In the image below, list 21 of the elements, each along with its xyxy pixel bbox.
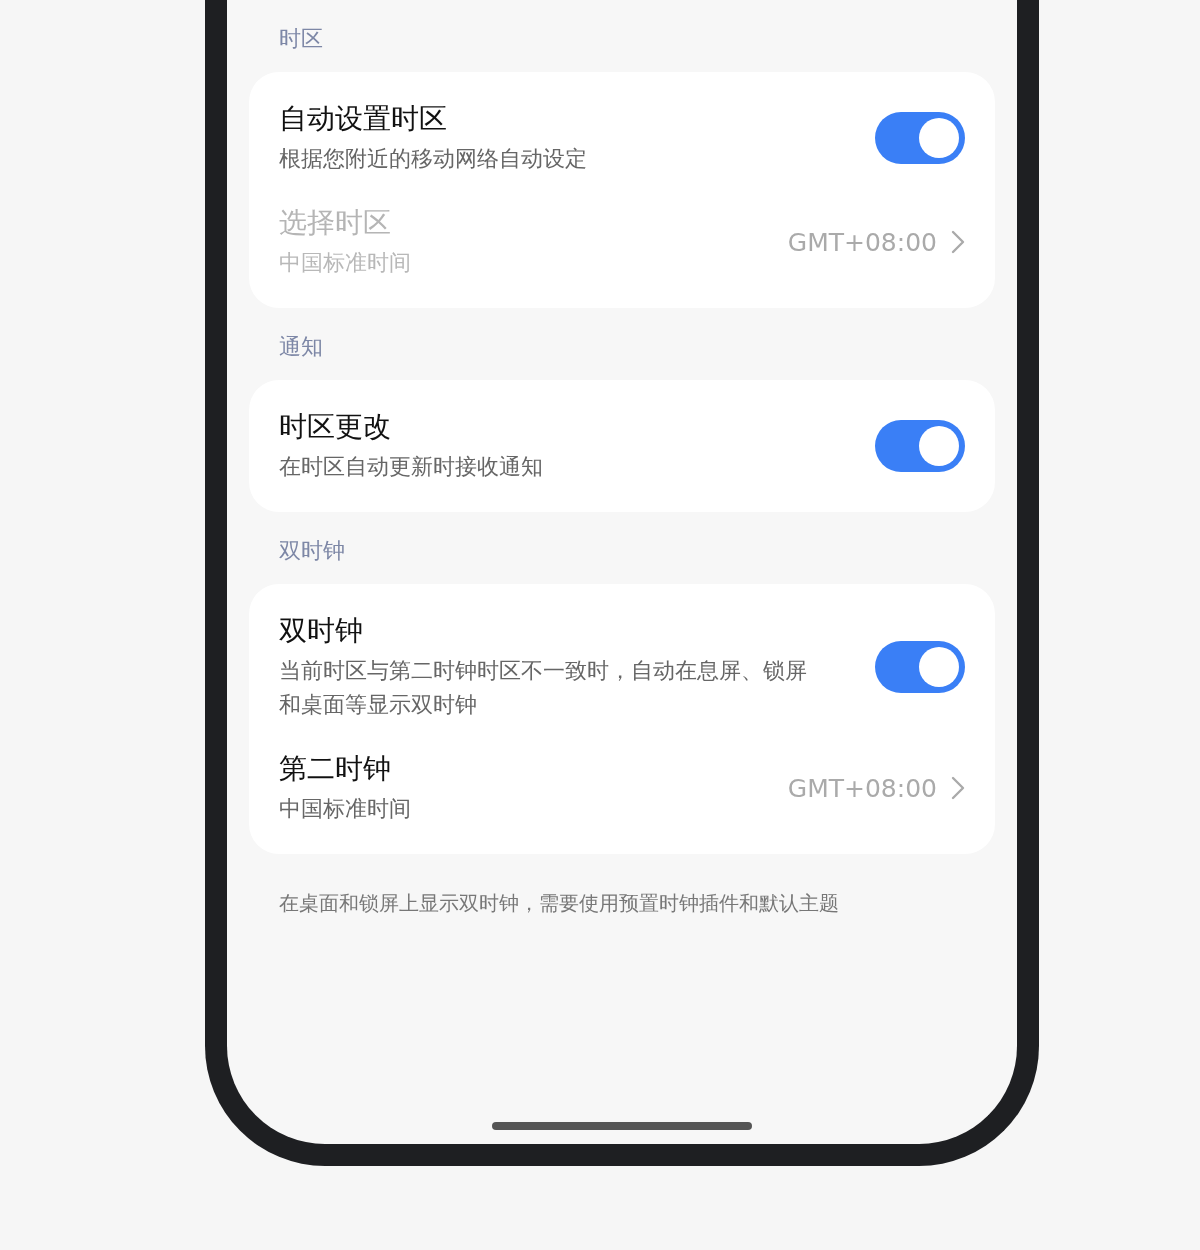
footnote: 在桌面和锁屏上显示双时钟，需要使用预置时钟插件和默认主题 — [278, 890, 840, 917]
section-header: 双时钟 — [278, 537, 346, 565]
setting-title: 时区更改 — [279, 409, 392, 445]
toggle-switch[interactable] — [875, 420, 965, 472]
setting-description: 中国标准时间 — [279, 249, 412, 277]
setting-description: 当前时区与第二时钟时区不一致时，自动在息屏、锁屏和桌面等显示双时钟 — [279, 657, 808, 719]
chevron-right-icon[interactable] — [951, 230, 965, 254]
setting-value: GMT+08:00 — [787, 227, 937, 257]
section-header: 时区 — [278, 25, 324, 53]
toggle-switch[interactable] — [875, 641, 965, 693]
setting-title: 自动设置时区 — [279, 101, 448, 137]
setting-description: 根据您附近的移动网络自动设定 — [279, 145, 588, 173]
section-header: 通知 — [278, 333, 324, 361]
setting-value: GMT+08:00 — [787, 773, 937, 803]
setting-title: 双时钟 — [279, 613, 364, 649]
chevron-right-icon[interactable] — [951, 776, 965, 800]
toggle-switch[interactable] — [875, 112, 965, 164]
setting-description: 中国标准时间 — [279, 795, 412, 823]
setting-description: 在时区自动更新时接收通知 — [279, 453, 544, 481]
setting-title: 第二时钟 — [279, 751, 392, 787]
setting-title: 选择时区 — [279, 205, 392, 241]
